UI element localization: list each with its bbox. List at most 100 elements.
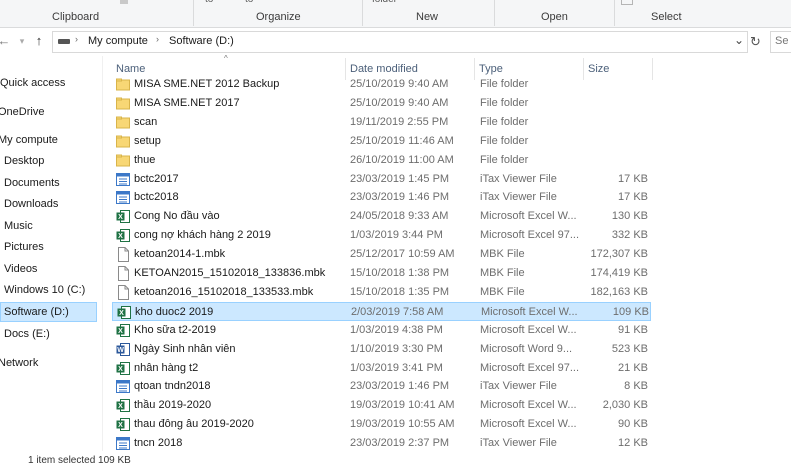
file-date-modified: 23/03/2019 1:46 PM <box>350 191 450 203</box>
file-name: cong nợ khách hàng 2 2019 <box>134 229 271 241</box>
file-type: MBK File <box>480 286 525 298</box>
file-date-modified: 1/03/2019 3:41 PM <box>350 362 443 374</box>
up-arrow-icon[interactable]: ↑ <box>31 33 47 49</box>
folder-icon <box>116 115 130 130</box>
status-bar: 1 item selected 109 KB <box>0 451 791 466</box>
file-date-modified: 2/03/2019 7:58 AM <box>351 306 444 318</box>
file-size: 109 KB <box>612 306 649 318</box>
ribbon: to to folder Clipboard Organize New Open… <box>0 0 791 28</box>
word-file-icon: W <box>116 342 130 357</box>
ribbon-separator <box>614 0 615 26</box>
file-row[interactable]: bctc2018 23/03/2019 1:46 PM iTax Viewer Fi… <box>112 188 651 207</box>
file-type: Microsoft Excel W... <box>481 306 578 318</box>
excel-file-icon: X <box>116 209 130 224</box>
file-size: 130 KB <box>611 210 648 222</box>
address-bar[interactable]: › My compute › Software (D:) ⌄ <box>52 31 748 53</box>
file-row[interactable]: Xcong nợ khách hàng 2 2019 1/03/2019 3:44… <box>112 226 651 245</box>
breadcrumb-chevron-icon[interactable]: › <box>75 34 78 44</box>
recent-chevron-icon[interactable]: ▾ <box>14 33 30 49</box>
file-size: 21 KB <box>618 362 648 374</box>
ribbon-partial-icon <box>621 0 633 5</box>
file-date-modified: 1/03/2019 3:44 PM <box>350 229 443 241</box>
file-size <box>586 75 648 94</box>
file-size <box>586 94 648 113</box>
sidebar-item-windows-c[interactable]: Windows 10 (C:) <box>4 280 85 300</box>
file-size: 172,307 KB <box>590 248 649 260</box>
file-size: 17 KB <box>618 173 648 185</box>
sidebar-item-my-computer[interactable]: My compute <box>0 130 58 150</box>
file-row[interactable]: MISA SME.NET 2017 25/10/2019 9:40 AM File … <box>112 94 651 113</box>
search-input[interactable]: Se <box>770 31 791 53</box>
document-file-icon <box>116 247 130 262</box>
back-arrow-icon[interactable]: ← <box>0 33 12 49</box>
breadcrumb-software-d[interactable]: Software (D:) <box>169 35 234 47</box>
svg-text:X: X <box>118 366 123 373</box>
file-name: thau đông âu 2019-2020 <box>134 418 254 430</box>
svg-text:X: X <box>118 422 123 429</box>
file-name: KETOAN2015_15102018_133836.mbk <box>134 267 326 279</box>
sidebar-item-downloads[interactable]: Downloads <box>4 194 58 214</box>
file-name: ketoan2016_15102018_133533.mbk <box>134 286 314 298</box>
file-row[interactable]: Xthầu 2019-2020 19/03/2019 10:41 AM Micros… <box>112 396 651 415</box>
excel-file-icon: X <box>117 305 131 320</box>
sidebar-item-onedrive[interactable]: OneDrive <box>0 102 44 122</box>
sidebar-item-desktop[interactable]: Desktop <box>4 151 44 171</box>
svg-text:X: X <box>118 214 123 221</box>
file-type: Microsoft Excel W... <box>480 399 577 411</box>
sidebar-item-music[interactable]: Music <box>4 216 33 236</box>
ribbon-cut-text: to <box>205 0 213 5</box>
file-name: Ngày Sinh nhân viên <box>134 343 236 355</box>
file-row[interactable]: MISA SME.NET 2012 Backup 25/10/2019 9:40 … <box>112 75 651 94</box>
file-row[interactable]: thue 26/10/2019 11:00 AM File folder <box>112 151 651 170</box>
excel-file-icon: X <box>116 417 130 432</box>
svg-text:X: X <box>118 233 123 240</box>
sidebar-item-software-d[interactable]: Software (D:) <box>0 302 97 322</box>
file-name: kho duoc2 2019 <box>135 306 214 318</box>
file-size: 174,419 KB <box>590 267 649 279</box>
file-date-modified: 19/03/2019 10:55 AM <box>350 418 455 430</box>
file-row[interactable]: ketoan2014-1.mbk 25/12/2017 10:59 AM MBK F… <box>112 245 651 264</box>
file-name: MISA SME.NET 2012 Backup <box>134 78 280 90</box>
breadcrumb-chevron-icon[interactable]: › <box>156 34 159 44</box>
sidebar-item-documents[interactable]: Documents <box>4 173 60 193</box>
file-size: 8 KB <box>624 380 648 392</box>
sidebar-item-pictures[interactable]: Pictures <box>4 237 44 257</box>
pane-splitter[interactable] <box>102 56 103 451</box>
sidebar-item-quick-access[interactable]: Quick access <box>0 73 65 93</box>
sidebar-item-docs-e[interactable]: Docs (E:) <box>4 324 50 344</box>
breadcrumb-my-computer[interactable]: My compute <box>88 35 148 47</box>
file-row[interactable]: qtoan tndn2018 23/03/2019 1:46 PM iTax Vie… <box>112 377 651 396</box>
file-size: 182,163 KB <box>590 286 649 298</box>
file-date-modified: 23/03/2019 1:46 PM <box>350 380 450 392</box>
file-row[interactable]: Xkho duoc2 2019 2/03/2019 7:58 AM Microsof… <box>112 302 651 321</box>
svg-text:X: X <box>118 403 123 410</box>
file-name: Cong No đầu vào <box>134 210 220 222</box>
ribbon-separator <box>193 0 194 26</box>
file-row[interactable]: Xnhân hàng t2 1/03/2019 3:41 PM Microsoft … <box>112 359 651 378</box>
file-row[interactable]: W Ngày Sinh nhân viên 1/10/2019 3:30 PM Mic… <box>112 340 651 359</box>
sidebar-item-videos[interactable]: Videos <box>4 259 37 279</box>
file-date-modified: 25/10/2019 9:40 AM <box>350 78 449 90</box>
file-row[interactable]: KETOAN2015_15102018_133836.mbk 15/10/2018… <box>112 264 651 283</box>
refresh-icon[interactable]: ↻ <box>750 34 761 50</box>
address-dropdown-icon[interactable]: ⌄ <box>734 33 744 47</box>
sidebar-item-network[interactable]: Network <box>0 353 38 373</box>
file-row[interactable]: Xthau đông âu 2019-2020 19/03/2019 10:55 … <box>112 415 651 434</box>
itax-file-icon <box>116 172 130 187</box>
file-type: Microsoft Excel W... <box>480 210 577 222</box>
file-row[interactable]: bctc2017 23/03/2019 1:45 PM iTax Viewer Fi… <box>112 170 651 189</box>
file-type: Microsoft Excel 97... <box>480 229 580 241</box>
folder-icon <box>116 77 130 92</box>
file-name: qtoan tndn2018 <box>134 380 211 392</box>
file-name: Kho sữa t2-2019 <box>134 324 216 336</box>
column-separator[interactable] <box>652 58 653 80</box>
file-row[interactable]: X Kho sữa t2-2019 1/03/2019 4:38 PM Microso… <box>112 321 651 340</box>
file-type: Microsoft Excel W... <box>480 324 577 336</box>
file-row[interactable]: setup 25/10/2019 11:46 AM File folder <box>112 132 651 151</box>
navigation-bar: ← ▾ ↑ › My compute › Software (D:) ⌄ <box>0 28 791 55</box>
status-text: 1 item selected 109 KB <box>28 455 131 466</box>
file-name: MISA SME.NET 2017 <box>134 97 240 109</box>
file-row[interactable]: X Cong No đầu vào 24/05/2018 9:33 AM Micros… <box>112 207 651 226</box>
file-row[interactable]: ketoan2016_15102018_133533.mbk 15/10/2018… <box>112 283 651 302</box>
file-row[interactable]: scan 19/11/2019 2:55 PM File folder <box>112 113 651 132</box>
